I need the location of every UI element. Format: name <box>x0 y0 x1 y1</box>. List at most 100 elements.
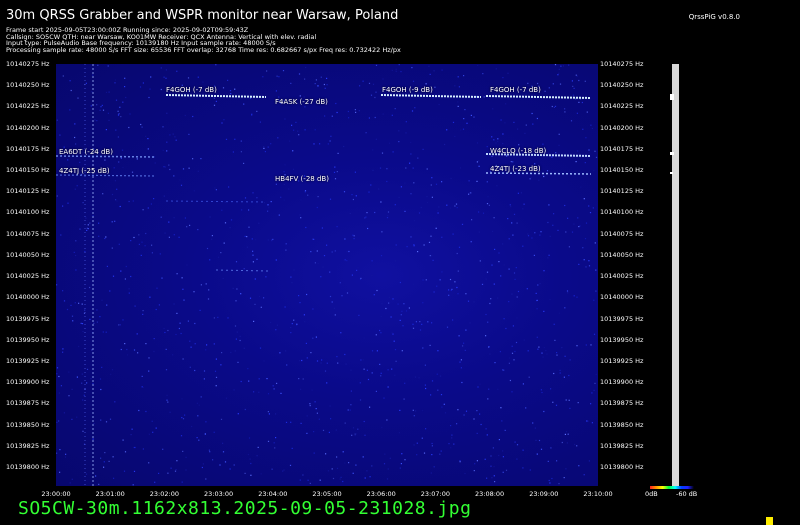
noise-speckle <box>164 331 166 334</box>
noise-speckle <box>297 130 299 132</box>
noise-speckle <box>94 119 96 121</box>
noise-speckle <box>145 343 147 345</box>
noise-speckle <box>201 466 203 469</box>
noise-speckle <box>259 347 262 349</box>
noise-speckle <box>114 180 116 182</box>
noise-speckle <box>267 204 269 206</box>
noise-speckle <box>117 114 120 116</box>
noise-speckle <box>119 324 121 326</box>
noise-speckle <box>366 470 368 472</box>
noise-speckle <box>180 435 183 437</box>
noise-speckle <box>82 202 84 204</box>
noise-speckle <box>229 227 231 229</box>
noise-speckle <box>59 449 61 451</box>
noise-speckle <box>87 224 89 226</box>
noise-speckle <box>490 465 492 467</box>
noise-speckle <box>392 333 394 335</box>
noise-speckle <box>326 244 328 246</box>
noise-speckle <box>536 453 538 455</box>
noise-speckle <box>589 212 592 214</box>
noise-speckle <box>460 129 462 131</box>
noise-speckle <box>167 472 169 474</box>
noise-speckle <box>119 205 121 208</box>
noise-speckle <box>124 278 126 280</box>
noise-speckle <box>133 236 135 239</box>
noise-speckle <box>96 104 98 106</box>
noise-speckle <box>580 186 582 188</box>
noise-speckle <box>359 382 361 384</box>
noise-speckle <box>292 150 294 152</box>
noise-speckle <box>423 244 425 246</box>
noise-speckle <box>120 348 122 351</box>
noise-speckle <box>71 418 73 420</box>
freq-tick-label: 10140000 Hz <box>6 293 50 302</box>
noise-speckle <box>585 266 587 268</box>
noise-speckle <box>564 355 566 357</box>
noise-speckle <box>126 348 128 351</box>
noise-speckle <box>320 276 322 278</box>
noise-speckle <box>260 473 262 475</box>
noise-speckle <box>476 180 478 182</box>
noise-speckle <box>166 150 168 152</box>
noise-speckle <box>583 198 585 200</box>
noise-speckle <box>539 234 541 236</box>
noise-speckle <box>169 134 171 136</box>
noise-speckle <box>578 79 580 82</box>
noise-speckle <box>69 482 71 484</box>
noise-speckle <box>379 167 382 169</box>
noise-speckle <box>416 454 418 456</box>
noise-speckle <box>103 461 105 463</box>
noise-speckle <box>290 332 292 334</box>
noise-speckle <box>576 112 578 114</box>
noise-speckle <box>284 118 286 120</box>
noise-speckle <box>414 107 416 109</box>
noise-speckle <box>433 466 435 468</box>
noise-speckle <box>181 277 183 279</box>
noise-speckle <box>153 198 155 200</box>
noise-speckle <box>314 129 316 131</box>
noise-speckle <box>224 201 226 203</box>
noise-speckle <box>149 88 151 90</box>
noise-speckle <box>188 167 190 169</box>
noise-speckle <box>211 235 213 237</box>
noise-speckle <box>317 262 319 264</box>
noise-speckle <box>352 427 355 429</box>
time-tick-label: 23:06:00 <box>366 490 396 498</box>
noise-speckle <box>431 177 433 179</box>
noise-speckle <box>196 437 198 439</box>
noise-speckle <box>418 212 421 214</box>
noise-speckle <box>540 231 542 233</box>
noise-speckle <box>412 323 414 325</box>
noise-speckle <box>500 407 502 409</box>
noise-speckle <box>543 347 545 349</box>
noise-speckle <box>394 349 397 351</box>
noise-speckle <box>75 254 77 257</box>
noise-speckle <box>476 161 478 163</box>
noise-speckle <box>368 117 370 119</box>
noise-speckle <box>56 284 58 286</box>
noise-speckle <box>559 83 562 85</box>
noise-speckle <box>200 158 202 160</box>
noise-speckle <box>566 290 569 292</box>
noise-speckle <box>438 103 440 106</box>
noise-speckle <box>166 399 168 401</box>
noise-speckle <box>230 219 233 221</box>
noise-speckle <box>506 155 508 157</box>
noise-speckle <box>388 296 390 298</box>
noise-speckle <box>483 96 485 98</box>
noise-speckle <box>547 257 549 259</box>
noise-speckle <box>353 235 355 237</box>
noise-speckle <box>220 364 222 366</box>
noise-speckle <box>320 362 322 364</box>
noise-speckle <box>503 369 505 371</box>
noise-speckle <box>243 103 245 105</box>
noise-speckle <box>302 378 304 380</box>
noise-speckle <box>98 235 100 237</box>
noise-speckle <box>71 478 73 480</box>
noise-speckle <box>292 168 295 170</box>
noise-speckle <box>412 409 414 411</box>
noise-speckle <box>433 70 435 72</box>
noise-speckle <box>348 250 350 253</box>
noise-speckle <box>184 114 186 117</box>
noise-speckle <box>152 431 154 433</box>
